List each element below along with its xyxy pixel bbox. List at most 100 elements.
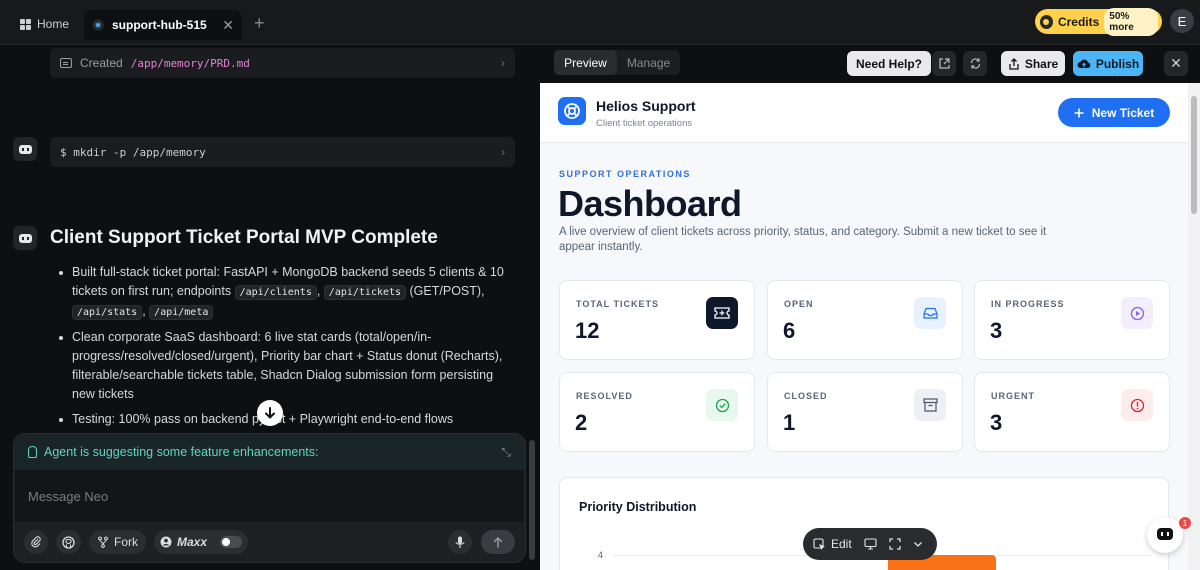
need-help-button[interactable]: Need Help? (847, 51, 932, 76)
preview-scrollbar[interactable] (1188, 83, 1200, 570)
chat-scrollbar[interactable] (529, 440, 535, 560)
view-switch: Preview Manage (554, 50, 680, 75)
fork-button[interactable]: Fork (89, 530, 146, 554)
share-button[interactable]: Share (1001, 51, 1065, 76)
stat-value: 6 (783, 318, 796, 343)
stat-value: 3 (990, 318, 1003, 343)
avatar[interactable]: E (1170, 9, 1194, 33)
check-circle-icon (706, 389, 738, 421)
edit-button[interactable]: Edit (813, 537, 852, 551)
inbox-icon (914, 297, 946, 329)
stat-card-in-progress: IN PROGRESS 3 (974, 280, 1170, 360)
summary-list: Built full-stack ticket portal: FastAPI … (59, 263, 517, 435)
tab-manage[interactable]: Manage (617, 50, 680, 75)
brand-name: Helios Support (596, 98, 696, 114)
edit-label: Edit (831, 537, 852, 551)
tab-home-label: Home (37, 17, 70, 31)
arrow-down-icon (265, 407, 275, 419)
paperclip-icon (31, 536, 41, 548)
monitor-icon[interactable] (864, 538, 877, 550)
stat-card-total: TOTAL TICKETS 12 (559, 280, 755, 360)
stat-value: 2 (575, 410, 588, 435)
send-button[interactable] (481, 530, 515, 554)
credits-more-badge: 50% more (1104, 7, 1158, 36)
plus-icon (1074, 108, 1084, 117)
refresh-icon (970, 58, 980, 69)
page-description: A live overview of client tickets across… (559, 226, 1047, 253)
share-label: Share (1024, 56, 1059, 71)
mic-button[interactable] (448, 530, 472, 554)
expand-icon[interactable]: ⤡ (501, 445, 511, 460)
list-item: Clean corporate SaaS dashboard: 6 live s… (59, 328, 517, 404)
play-circle-icon (1121, 297, 1153, 329)
app-preview: Helios Support Client ticket operations … (540, 83, 1188, 570)
external-link-icon (938, 58, 950, 69)
github-button[interactable] (56, 530, 81, 554)
publish-button[interactable]: Publish (1073, 51, 1143, 76)
cloud-upload-icon (1077, 59, 1091, 68)
chevron-right-icon: › (501, 145, 505, 159)
notification-badge: 1 (1179, 517, 1191, 529)
new-ticket-button[interactable]: New Ticket (1058, 98, 1170, 127)
file-icon (60, 58, 72, 68)
stat-value: 12 (575, 318, 600, 343)
fullscreen-icon[interactable] (889, 538, 901, 550)
maxx-toggle[interactable]: Maxx (154, 530, 249, 554)
lightbulb-icon (28, 446, 37, 458)
stat-card-closed: CLOSED 1 (767, 372, 963, 452)
code-snippet: /api/tickets (323, 285, 407, 300)
close-icon[interactable]: ✕ (222, 17, 234, 34)
archive-icon (914, 389, 946, 421)
created-file-row[interactable]: Created /app/memory/PRD.md › (50, 48, 515, 78)
created-path: /app/memory/PRD.md (130, 56, 250, 70)
message-input[interactable] (15, 470, 524, 522)
app-header: Helios Support Client ticket operations … (540, 83, 1188, 143)
tab-preview[interactable]: Preview (554, 50, 617, 75)
brand-subtitle: Client ticket operations (596, 118, 693, 129)
new-ticket-label: New Ticket (1091, 105, 1155, 120)
command-text: $ mkdir -p /app/memory (60, 145, 206, 159)
section-eyebrow: SUPPORT OPERATIONS (559, 169, 691, 179)
command-row[interactable]: $ mkdir -p /app/memory › (50, 137, 515, 167)
tab-home[interactable]: Home (20, 10, 69, 38)
scrollbar-thumb[interactable] (1191, 96, 1197, 214)
stat-label: IN PROGRESS (991, 299, 1065, 309)
chevron-right-icon: › (501, 56, 505, 70)
attach-button[interactable] (24, 530, 48, 554)
agent-chat-panel: Created /app/memory/PRD.md › $ mkdir -p … (0, 45, 540, 570)
chart-title: Priority Distribution (579, 500, 697, 514)
suggestion-banner[interactable]: Agent is suggesting some feature enhance… (14, 434, 525, 470)
scroll-down-button[interactable] (257, 400, 283, 426)
stat-label: URGENT (991, 391, 1035, 401)
agent-avatar-icon (13, 137, 37, 161)
stat-label: OPEN (784, 299, 814, 309)
stat-label: RESOLVED (576, 391, 633, 401)
github-icon (62, 535, 75, 549)
composer-tools: Fork Maxx (24, 530, 249, 554)
maxx-label: Maxx (177, 535, 208, 549)
created-label: Created (80, 56, 123, 70)
agent-avatar-icon (13, 226, 37, 250)
coin-icon (1040, 14, 1053, 29)
tab-project[interactable]: support-hub-515 ✕ (84, 10, 242, 40)
close-preview-button[interactable]: ✕ (1164, 51, 1188, 76)
cursor-edit-icon (813, 537, 825, 550)
chat-widget-button[interactable] (1147, 517, 1183, 553)
tab-project-label: support-hub-515 (112, 18, 207, 32)
new-tab-button[interactable]: + (254, 14, 265, 32)
credits-label: Credits (1057, 14, 1100, 29)
maxx-switch[interactable] (220, 536, 243, 548)
credits-button[interactable]: Credits 50% more (1035, 7, 1162, 36)
fork-label: Fork (114, 535, 138, 549)
list-item: Built full-stack ticket portal: FastAPI … (59, 263, 517, 322)
chevron-down-icon[interactable] (913, 539, 923, 549)
message-composer: Agent is suggesting some feature enhance… (13, 433, 526, 563)
page-title: Dashboard (558, 183, 742, 224)
stat-card-urgent: URGENT 3 (974, 372, 1170, 452)
code-snippet: /api/stats (72, 305, 143, 320)
project-icon (92, 19, 104, 31)
stat-label: CLOSED (784, 391, 828, 401)
refresh-button[interactable] (963, 51, 987, 76)
open-external-button[interactable] (932, 51, 956, 76)
fork-icon (98, 536, 108, 548)
